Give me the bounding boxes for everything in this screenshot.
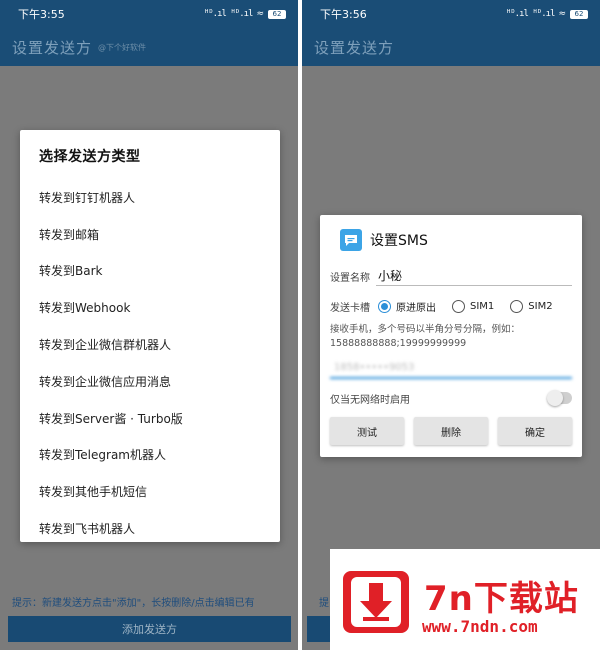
status-icons: ᴴᴰ.ıl ᴴᴰ.ıl ≈ 62 <box>506 9 588 19</box>
sim-row: 发送卡槽 原进原出 SIM1 SIM2 <box>330 291 572 321</box>
site-watermark: 7n下载站 www.7ndn.com <box>330 549 600 650</box>
page-title: 设置发送方 <box>12 38 93 57</box>
type-item-serverchan[interactable]: 转发到Server酱 · Turbo版 <box>39 400 280 437</box>
delete-button[interactable]: 删除 <box>414 417 488 445</box>
battery-icon: 62 <box>268 9 286 19</box>
confirm-button[interactable]: 确定 <box>498 417 572 445</box>
watermark-title: 7n下载站 <box>424 579 579 619</box>
status-icons: ᴴᴰ.ıl ᴴᴰ.ıl ≈ 62 <box>204 9 286 19</box>
radio-checked-icon <box>378 299 391 313</box>
type-item-wecom-app[interactable]: 转发到企业微信应用消息 <box>39 363 280 400</box>
status-time: 下午3:55 <box>18 8 65 21</box>
app-bar: 设置发送方 @下个好软件 <box>0 28 298 66</box>
type-item-email[interactable]: 转发到邮箱 <box>39 216 280 253</box>
hint-text: 提 <box>319 598 329 609</box>
radio-unchecked-icon <box>452 299 465 313</box>
test-button[interactable]: 测试 <box>330 417 404 445</box>
status-bar: 下午3:55 ᴴᴰ.ıl ᴴᴰ.ıl ≈ 62 <box>0 0 298 28</box>
type-item-bark[interactable]: 转发到Bark <box>39 253 280 290</box>
dialog-title: 设置SMS <box>370 233 428 249</box>
watermark-url: www.7ndn.com <box>422 617 538 636</box>
name-row: 设置名称 小秘 <box>330 265 572 287</box>
wifi-icon: ≈ <box>558 9 566 19</box>
offline-only-row: 仅当无网络时启用 <box>330 383 572 413</box>
type-item-sms[interactable]: 转发到其他手机短信 <box>39 473 280 510</box>
signal-icon: ᴴᴰ.ıl ᴴᴰ.ıl <box>203 9 254 19</box>
radio-unchecked-icon <box>510 299 524 313</box>
sim-option-sim2[interactable]: SIM2 <box>510 299 553 313</box>
type-item-feishu[interactable]: 转发到飞书机器人 <box>39 510 280 547</box>
app-bar: 设置发送方 <box>302 28 600 66</box>
dialog-title: 选择发送方类型 <box>39 149 141 165</box>
sim-label: 发送卡槽 <box>330 302 370 314</box>
type-item-telegram[interactable]: 转发到Telegram机器人 <box>39 437 280 474</box>
message-icon <box>340 229 362 251</box>
wifi-icon: ≈ <box>256 9 264 19</box>
sim-option-sim1[interactable]: SIM1 <box>452 299 494 313</box>
left-phone-screen: 下午3:55 ᴴᴰ.ıl ᴴᴰ.ıl ≈ 62 设置发送方 @下个好软件 提示：… <box>0 0 298 650</box>
sms-settings-dialog: 设置SMS 设置名称 小秘 发送卡槽 原进原出 SIM1 SIM2 接收手机，多… <box>320 215 582 457</box>
hint-text: 提示：新建发送方点击"添加"，长按删除/点击编辑已有 <box>12 598 255 609</box>
page-title: 设置发送方 <box>314 38 395 57</box>
add-sender-button[interactable]: 添加发送方 <box>8 616 291 642</box>
offline-only-label: 仅当无网络时启用 <box>330 394 410 406</box>
type-item-webhook[interactable]: 转发到Webhook <box>39 289 280 326</box>
page-subtitle: @下个好软件 <box>98 42 147 52</box>
sender-type-dialog: 选择发送方类型 转发到钉钉机器人 转发到邮箱 转发到Bark 转发到Webhoo… <box>20 130 280 542</box>
dialog-header: 设置SMS <box>330 215 572 265</box>
battery-icon: 62 <box>570 9 588 19</box>
download-logo-icon <box>343 571 409 633</box>
recipient-input[interactable]: 1858•••••9053 <box>330 357 572 379</box>
dialog-buttons: 测试 删除 确定 <box>330 417 572 445</box>
sim-option-default[interactable]: 原进原出 <box>378 299 436 314</box>
name-label: 设置名称 <box>330 272 370 284</box>
type-item-dingtalk[interactable]: 转发到钉钉机器人 <box>39 179 280 216</box>
type-item-wecom-group-bot[interactable]: 转发到企业微信群机器人 <box>39 326 280 363</box>
status-bar: 下午3:56 ᴴᴰ.ıl ᴴᴰ.ıl ≈ 62 <box>302 0 600 28</box>
signal-icon: ᴴᴰ.ıl ᴴᴰ.ıl <box>505 9 556 19</box>
status-time: 下午3:56 <box>320 8 367 21</box>
recipient-label: 接收手机，多个号码以半角分号分隔，例如：15888888888;19999999… <box>330 324 521 349</box>
offline-only-toggle[interactable] <box>547 390 572 406</box>
name-input[interactable]: 小秘 <box>376 266 572 286</box>
